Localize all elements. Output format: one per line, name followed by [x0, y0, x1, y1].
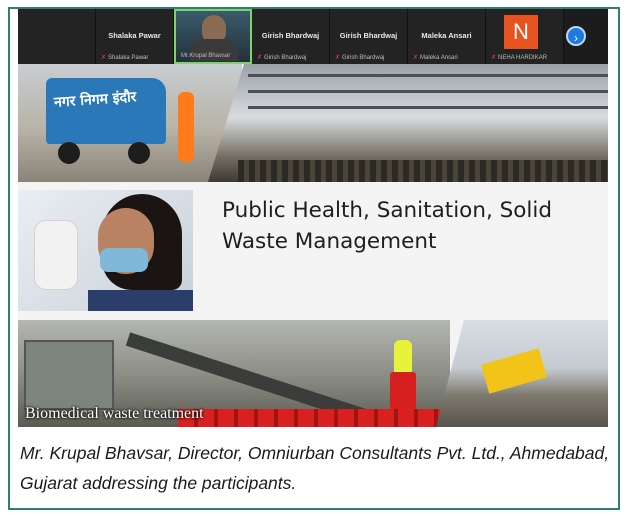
- landfill-photo: [436, 320, 608, 427]
- participant-label: ✗ Girish Bhardwaj: [335, 55, 385, 61]
- mask: [100, 248, 148, 272]
- image-label: Biomedical waste treatment: [25, 405, 204, 422]
- participant-tile[interactable]: Shalaka Pawar ✗ Shalaka Pawar: [96, 9, 174, 64]
- roof-beam: [248, 106, 608, 109]
- chevron-right-icon[interactable]: ›: [566, 26, 586, 46]
- shirt: [88, 290, 193, 311]
- wheel: [58, 142, 80, 164]
- red-bins-row: [178, 409, 448, 427]
- dump-truck: [481, 348, 547, 394]
- red-bin: [390, 372, 416, 410]
- participant-label: ✗ Maleka Ansari: [413, 55, 458, 61]
- participant-label: ✗ Girish Bhardwaj: [257, 55, 307, 61]
- participant-label: ✗ NEHA HARDIKAR: [491, 55, 548, 61]
- mic-muted-icon: ✗: [335, 55, 341, 61]
- waste-pile: [238, 160, 608, 182]
- participant-label: Mr.Krupal Bhavsar: [181, 53, 231, 59]
- machine: [24, 340, 114, 410]
- waste-shed-photo: [208, 64, 608, 182]
- worker-figure: [394, 340, 412, 376]
- figure-caption: Mr. Krupal Bhavsar, Director, Omniurban …: [20, 443, 610, 493]
- mic-muted-icon: ✗: [101, 55, 107, 61]
- participant-label: ✗ Shalaka Pawar: [101, 55, 149, 61]
- participant-name: Girish Bhardwaj: [261, 31, 320, 40]
- gloved-hand: [34, 220, 78, 290]
- participant-name: Shalaka Pawar: [108, 31, 161, 40]
- participant-tile[interactable]: Girish Bhardwaj ✗ Girish Bhardwaj: [252, 9, 330, 64]
- worker-figure: [178, 92, 194, 162]
- covid-test-photo: [18, 190, 193, 311]
- biomedical-treatment-photo: Biomedical waste treatment: [18, 320, 450, 427]
- mic-muted-icon: ✗: [491, 55, 497, 61]
- participant-name: Girish Bhardwaj: [339, 31, 398, 40]
- mic-muted-icon: ✗: [257, 55, 263, 61]
- participant-tile[interactable]: N ✗ NEHA HARDIKAR: [486, 9, 564, 64]
- participant-tile[interactable]: Girish Bhardwaj ✗ Girish Bhardwaj: [330, 9, 408, 64]
- roof-beam: [248, 74, 608, 77]
- participant-name: Maleka Ansari: [421, 31, 472, 40]
- avatar: N: [504, 15, 538, 49]
- slide-title: Public Health, Sanitation, Solid Waste M…: [222, 198, 553, 254]
- wheel: [128, 142, 150, 164]
- presentation-slide: Shalaka Pawar ✗ Shalaka Pawar Mr.Krupal B…: [18, 9, 608, 427]
- participant-video-tile[interactable]: Mr.Krupal Bhavsar: [174, 9, 252, 64]
- garbage-truck-photo: नगर निगम इंदौर: [18, 64, 242, 182]
- participant-tile[interactable]: Maleka Ansari ✗ Maleka Ansari: [408, 9, 486, 64]
- roof-beam: [248, 90, 608, 93]
- mic-muted-icon: ✗: [413, 55, 419, 61]
- participant-strip: Shalaka Pawar ✗ Shalaka Pawar Mr.Krupal B…: [18, 9, 608, 64]
- participant-tile[interactable]: [18, 9, 96, 64]
